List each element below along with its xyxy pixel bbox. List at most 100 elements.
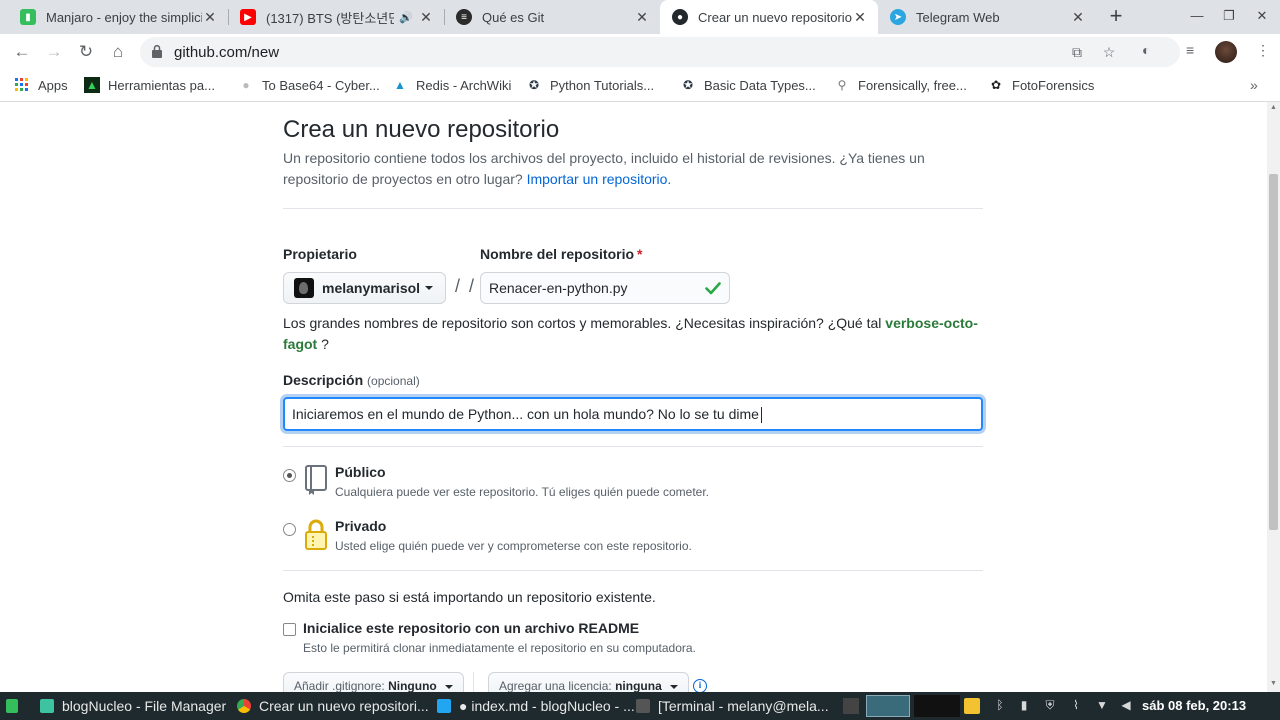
import-repo-link[interactable]: Importar un repositorio. [527,171,672,187]
scroll-down-icon[interactable]: ▼ [1270,680,1277,687]
taskbar-item-terminal[interactable]: [Terminal - melany@mela... [636,692,829,720]
minimize-icon[interactable]: — [1188,8,1206,26]
private-radio[interactable] [283,523,296,536]
taskbar-label: ● index.md - blogNucleo - ... [459,698,635,714]
taskbar-item-chrome[interactable]: Crear un nuevo repositori... [237,692,429,720]
repo-book-icon [305,465,327,495]
divider [283,446,983,447]
close-icon[interactable]: ✕ [418,9,434,26]
bookmark-label: Redis - ArchWiki [416,77,512,93]
forward-icon[interactable]: → [42,40,66,64]
profile-avatar[interactable] [1215,41,1237,63]
tab-youtube[interactable]: ▶ (1317) BTS (방탄소년단) ... 🔊 ✕ [228,0,444,34]
cyberchef-icon: ● [242,78,250,92]
owner-value: melanymarisol [322,280,421,296]
owner-dropdown[interactable]: melanymarisol [283,272,446,304]
extension-icon[interactable]: ◐ [1142,42,1150,58]
reload-icon[interactable]: ↻ [74,40,98,64]
bookmark-basic-data-types[interactable]: ✪ Basic Data Types... [680,77,816,93]
translate-icon[interactable]: ⧉ [1068,44,1086,60]
close-icon[interactable]: ✕ [202,9,218,26]
license-dropdown[interactable]: Agregar una licencia: ninguna [488,672,690,692]
wifi-icon[interactable]: ▼ [1094,698,1110,714]
license-value: ninguna [615,679,662,692]
bookmark-fotoforensics[interactable]: ✿ FotoForensics [988,77,1094,93]
scroll-up-icon[interactable]: ▲ [1270,104,1277,111]
license-label: Agregar una licencia: [499,679,612,692]
repo-name-label: Nombre del repositorio * [480,246,642,262]
lock-icon [305,519,327,550]
tab-title: Telegram Web [916,9,1000,25]
url-text: github.com/new [174,44,280,61]
bookmark-herramientas[interactable]: ▲ Herramientas pa... [84,77,215,93]
bookmark-base64[interactable]: ● To Base64 - Cyber... [238,77,379,93]
taskbar-item-file-manager[interactable]: blogNucleo - File Manager [40,692,226,720]
close-icon[interactable]: ✕ [1070,9,1086,26]
manjaro-menu-icon[interactable] [6,692,26,720]
speaker-icon[interactable]: 🔊 [394,11,418,24]
folder-icon [40,699,54,713]
page-title: Crea un nuevo repositorio [283,116,560,143]
workspace-icon[interactable] [843,698,859,714]
taskbar-label: Crear un nuevo repositori... [259,698,429,714]
bookmark-label: Basic Data Types... [704,77,816,93]
media-control-icon[interactable]: ≡ [1186,42,1194,58]
description-label-text: Descripción [283,372,364,388]
chrome-icon [237,699,251,713]
volume-icon[interactable]: ◀ [1118,698,1134,714]
manjaro-icon [6,699,18,713]
tab-que-es-git[interactable]: ≡ Qué es Git ✕ [444,0,660,34]
scrollbar-thumb[interactable] [1269,174,1278,530]
tab-telegram[interactable]: ➤ Telegram Web ✕ [878,0,1096,34]
text-cursor [760,407,762,424]
bookmark-python-tutorials[interactable]: ✪ Python Tutorials... [526,77,654,93]
close-icon[interactable]: ✕ [852,9,868,26]
taskbar-item-vscode[interactable]: ● index.md - blogNucleo - ... [437,692,635,720]
close-icon[interactable]: ✕ [634,9,650,26]
public-radio[interactable] [283,469,296,482]
bookmark-star-icon[interactable]: ☆ [1100,44,1118,60]
private-description: Usted elige quién puede ver y compromete… [335,539,692,553]
clock[interactable]: sáb 08 feb, 20:13 [1142,692,1246,720]
public-description: Cualquiera puede ver este repositorio. T… [335,485,710,499]
back-icon[interactable]: ← [10,40,34,64]
page-scrollbar[interactable]: ▲ ▼ [1267,102,1280,692]
address-bar[interactable]: github.com/new ⧉ ☆ [140,37,1180,67]
hint-suffix: ? [321,336,329,352]
workspace-preview[interactable] [866,695,910,717]
bookmark-apps[interactable]: Apps [14,77,68,93]
telegram-icon: ➤ [890,9,906,25]
repo-name-input[interactable]: Renacer-en-python.py [480,272,730,304]
page-viewport: Crea un nuevo repositorio Un repositorio… [0,102,1267,692]
home-icon[interactable]: ⌂ [106,40,130,64]
info-icon[interactable]: i [693,679,707,692]
bookmark-forensically[interactable]: ⚲ Forensically, free... [834,77,967,93]
clip-icon[interactable]: ⌇ [1068,698,1084,714]
magnifier-icon: ⚲ [837,78,847,92]
window-close-icon[interactable]: ✕ [1253,8,1271,26]
workspace-preview[interactable] [914,695,960,717]
apps-grid-icon [14,77,30,93]
readme-title: Inicialice este repositorio con un archi… [303,620,640,636]
description-input[interactable]: Iniciaremos en el mundo de Python... con… [283,397,983,431]
more-bookmarks-icon[interactable]: » [1250,77,1258,93]
readme-checkbox[interactable] [283,623,296,636]
notes-icon[interactable] [964,698,980,714]
bookmark-redis[interactable]: ▲ Redis - ArchWiki [392,77,511,93]
menu-kebab-icon[interactable]: ⋮ [1256,42,1270,59]
new-tab-icon[interactable]: + [1104,5,1128,29]
lock-icon [152,45,162,58]
tab-github-new-repo[interactable]: ● Crear un nuevo repositorio ✕ [660,0,878,34]
battery-icon[interactable]: ▮ [1016,698,1032,714]
restore-icon[interactable]: ❐ [1220,8,1238,26]
browser-toolbar: ← → ↻ ⌂ github.com/new ⧉ ☆ ◐ ≡ ⋮ [0,34,1280,70]
system-taskbar: blogNucleo - File Manager Crear un nuevo… [0,692,1280,720]
manjaro-icon: ▮ [20,9,36,25]
bookmark-label: Python Tutorials... [550,77,655,93]
bluetooth-icon[interactable]: ᛒ [992,698,1008,714]
shield-icon[interactable]: ⛨ [1042,698,1058,714]
owner-label: Propietario [283,246,357,262]
gitignore-dropdown[interactable]: Añadir .gitignore: Ninguno [283,672,465,692]
tab-manjaro[interactable]: ▮ Manjaro - enjoy the simplicity ✕ [8,0,228,34]
description-label: Descripción (opcional) [283,372,420,388]
